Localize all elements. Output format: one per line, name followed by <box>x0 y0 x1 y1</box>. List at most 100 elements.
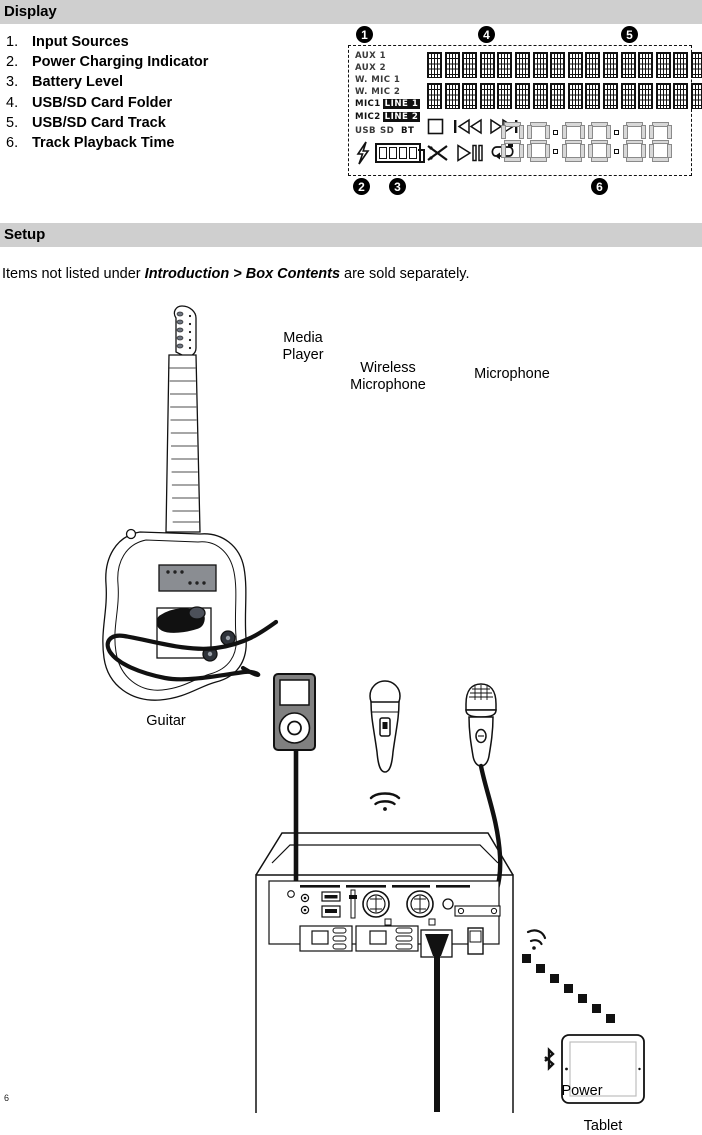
lcd-label-sd: SD <box>380 126 395 136</box>
seven-segment-digit <box>501 122 524 162</box>
list-item: 3. Battery Level <box>6 72 208 92</box>
callout-4: 4 <box>478 26 495 43</box>
list-item-number: 2. <box>6 54 19 71</box>
dot-matrix-cell <box>620 83 636 109</box>
dot-matrix-cell <box>638 83 654 109</box>
seven-segment-digit <box>562 122 585 162</box>
stop-icon <box>427 118 444 135</box>
microphone-illustration <box>465 683 497 767</box>
dot-matrix-row-track <box>427 83 702 109</box>
list-item-label: Input Sources <box>32 34 129 50</box>
dot-matrix-cell <box>497 52 513 78</box>
callout-3: 3 <box>389 178 406 195</box>
battery-icon <box>375 143 425 163</box>
list-item-label: USB/SD Card Track <box>32 114 166 131</box>
display-section-heading: Display <box>0 0 702 24</box>
wireless-microphone-label-line1: Wireless <box>360 360 416 376</box>
bluetooth-icon <box>544 1047 555 1071</box>
seven-segment-digit <box>623 122 646 162</box>
dot-matrix-cell <box>479 52 495 78</box>
lcd-label-aux1: AUX 1 <box>355 51 386 61</box>
dot-matrix-cell <box>673 52 689 78</box>
list-item-label: Power Charging Indicator <box>32 54 209 71</box>
media-player-label: Media Player <box>272 330 334 364</box>
speaker-cabinet <box>255 832 514 1113</box>
list-item-number: 5. <box>6 114 19 131</box>
setup-section-heading: Setup <box>0 223 702 247</box>
dot-matrix-cell <box>479 83 495 109</box>
dot-matrix-cell <box>673 83 689 109</box>
transport-icon-group <box>427 118 518 170</box>
display-feature-list: 1. Input Sources 2. Power Charging Indicat… <box>6 32 208 153</box>
dot-matrix-cell <box>427 52 442 78</box>
previous-track-icon <box>454 118 482 135</box>
lcd-label-usb: USB <box>355 126 376 136</box>
dot-matrix-cell <box>514 52 530 78</box>
setup-note-suffix: are sold separately. <box>340 266 470 282</box>
seven-segment-digit <box>527 122 550 162</box>
dot-matrix-cell <box>550 83 566 109</box>
lightning-bolt-icon <box>356 141 370 165</box>
guitar-label: Guitar <box>146 713 186 729</box>
dot-matrix-cell <box>690 52 702 78</box>
seven-segment-digit <box>649 122 672 162</box>
dot-matrix-cell <box>427 83 442 109</box>
lcd-label-mic1-line1: MIC1 LINE 1 <box>355 99 421 109</box>
dot-matrix-cell <box>655 83 671 109</box>
seven-segment-digit <box>588 122 611 162</box>
dot-matrix-cell <box>514 83 530 109</box>
list-item-label: Battery Level <box>32 74 124 91</box>
battery-segment <box>408 147 418 159</box>
list-item-number: 6. <box>6 135 19 152</box>
dot-matrix-cell <box>602 52 618 78</box>
dot-matrix-cell <box>585 83 601 109</box>
playback-time-display <box>501 122 672 162</box>
wireless-microphone-label-line2: Microphone <box>350 377 426 393</box>
battery-segment <box>379 147 388 159</box>
dot-matrix-cell <box>655 52 671 78</box>
dot-matrix-cell <box>444 83 460 109</box>
lcd-line1-text: LINE 1 <box>382 99 421 109</box>
dot-matrix-cell <box>462 83 478 109</box>
list-item: 4. USB/SD Card Folder <box>6 93 208 113</box>
dot-matrix-cell <box>638 52 654 78</box>
callout-1: 1 <box>356 26 373 43</box>
dot-matrix-cell <box>620 52 636 78</box>
media-player-label-line1: Media <box>283 330 323 346</box>
play-pause-icon <box>457 144 483 162</box>
dot-matrix-cell <box>462 52 478 78</box>
display-section: Display 1. Input Sources 2. Power Charging… <box>0 0 702 195</box>
lcd-label-bt: BT <box>401 126 415 136</box>
dot-matrix-cell <box>567 83 583 109</box>
lcd-display-diagram: 1 4 5 2 3 6 AUX 1 AUX 2 W. MIC 1 W. MIC … <box>344 26 702 202</box>
wireless-microphone-label: Wireless Microphone <box>330 360 446 394</box>
battery-segment <box>398 147 408 159</box>
list-item: 2. Power Charging Indicator <box>6 52 208 72</box>
dot-matrix-cell <box>497 83 513 109</box>
callout-6: 6 <box>591 178 608 195</box>
list-item-number: 4. <box>6 94 19 111</box>
lcd-label-wmic2: W. MIC 2 <box>355 87 401 97</box>
lcd-label-wmic1: W. MIC 1 <box>355 75 401 85</box>
bluetooth-link-dots <box>522 954 615 1023</box>
wifi-signal-icon <box>369 792 401 811</box>
shuffle-icon <box>427 145 448 161</box>
time-separator <box>614 122 620 162</box>
list-item-label: USB/SD Card Folder <box>32 94 173 111</box>
callout-2: 2 <box>353 178 370 195</box>
dot-matrix-cell <box>690 83 702 109</box>
list-item-number: 3. <box>6 74 19 91</box>
time-separator <box>553 122 559 162</box>
lcd-panel-outline: AUX 1 AUX 2 W. MIC 1 W. MIC 2 MIC1 LINE 1… <box>348 45 702 176</box>
list-item: 5. USB/SD Card Track <box>6 113 208 133</box>
page-number: 6 <box>4 1093 10 1103</box>
wifi-signal-icon-speaker <box>526 929 547 950</box>
list-item: 1. Input Sources <box>6 32 208 52</box>
guitar-illustration <box>102 305 247 701</box>
setup-section: Setup Items not listed under Introductio… <box>0 223 702 282</box>
dot-matrix-cell <box>532 52 548 78</box>
media-player-label-line2: Player <box>282 347 324 363</box>
speaker-rear-panel <box>268 880 501 958</box>
lcd-label-aux2: AUX 2 <box>355 63 386 73</box>
dot-matrix-cell <box>567 52 583 78</box>
